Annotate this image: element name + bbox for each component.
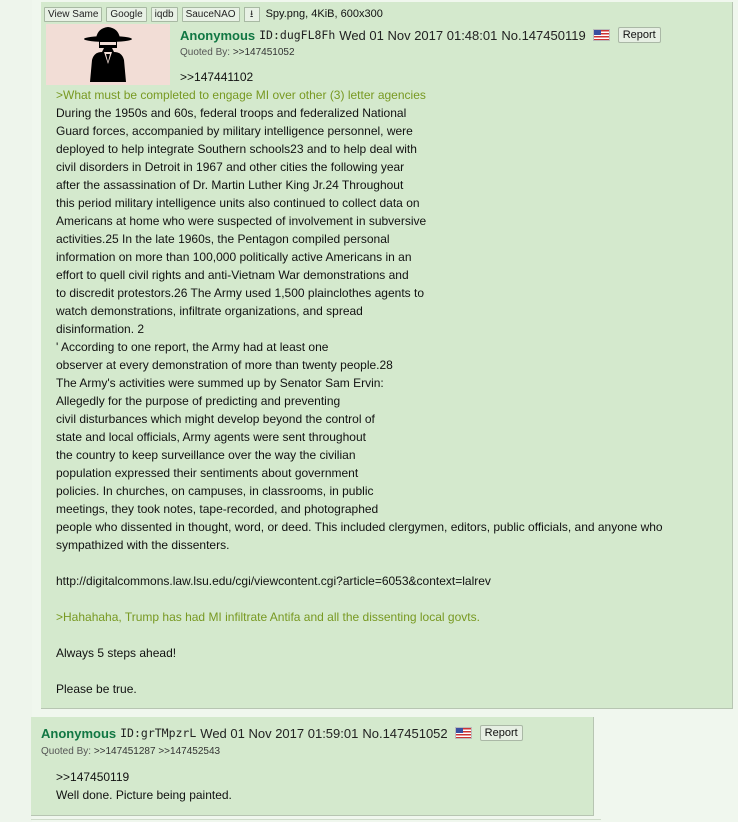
message-line: deployed to help integrate Southern scho… [56,142,417,156]
poster-name: Anonymous [41,725,117,741]
file-info-bar: View Same Google iqdb SauceNAO ⭳ Spy.png… [44,6,383,22]
message-line: this period military intelligence units … [56,196,420,210]
message-line: activities.25 In the late 1960s, the Pen… [56,232,390,246]
greentext-line: >What must be completed to engage MI ove… [56,88,426,102]
report-button[interactable]: Report [617,27,661,43]
message-line: the country to keep surveillance over th… [56,448,356,462]
post-header: Anonymous ID:grTMpzrL Wed 01 Nov 2017 01… [41,724,523,742]
poster-id[interactable]: ID:dugFL8Fh [259,28,335,42]
message-line: observer at every demonstration of more … [56,358,393,372]
quoted-by-label: Quoted By: [180,47,231,58]
message-line: population expressed their sentiments ab… [56,466,359,480]
us-flag-icon [454,727,472,739]
post-message: >What must be completed to engage MI ove… [56,86,663,698]
quoted-by-link[interactable]: >>147452543 [158,746,220,757]
post-number[interactable]: No.147451052 [362,726,447,741]
quote-link[interactable]: >>147450119 [56,768,232,786]
message-line: Guard forces, accompanied by military in… [56,124,413,138]
post-thumbnail[interactable] [46,24,170,85]
message-line: state and local officials, Army agents w… [56,430,366,444]
quoted-by-link[interactable]: >>147451287 [94,746,156,757]
message-line: The Army's activities were summed up by … [56,376,384,390]
poster-id[interactable]: ID:grTMpzrL [120,726,196,740]
message-line: people who dissented in thought, word, o… [56,520,663,534]
message-line: watch demonstrations, infiltrate organiz… [56,304,363,318]
message-line: to discredit protestors.26 The Army used… [56,286,424,300]
report-button[interactable]: Report [479,725,523,741]
quote-link[interactable]: >>147441102 [180,68,253,86]
post-date: Wed 01 Nov 2017 01:48:01 [339,27,498,43]
quoted-by: Quoted By: >>147451287 >>147452543 [41,746,220,757]
post-header: Anonymous ID:dugFL8Fh Wed 01 Nov 2017 01… [180,26,661,44]
greentext-line: >Hahahaha, Trump has had MI infiltrate A… [56,610,480,624]
spy-silhouette-image [84,27,132,82]
message-line: civil disorders in Detroit in 1967 and o… [56,160,405,174]
quoted-by-label: Quoted By: [41,746,92,757]
message-line: Always 5 steps ahead! [56,646,177,660]
message-line: disinformation. 2 [56,322,145,336]
message-line [56,662,663,680]
reply-post: Anonymous ID:grTMpzrL Wed 01 Nov 2017 01… [31,717,594,816]
view-same-button[interactable]: View Same [44,6,103,22]
quoted-by: Quoted By: >>147451052 [180,47,295,58]
download-icon[interactable]: ⭳ [243,6,260,22]
message-line: policies. In churches, on campuses, in c… [56,484,374,498]
file-info[interactable]: Spy.png, 4KiB, 600x300 [266,8,383,20]
quoted-by-link[interactable]: >>147451052 [233,47,295,58]
message-line: information on more than 100,000 politic… [56,250,412,264]
post-number[interactable]: No.147450119 [501,28,585,43]
poster-name: Anonymous [180,27,256,43]
message-line: http://digitalcommons.law.lsu.edu/cgi/vi… [56,574,491,588]
post-divider [31,819,601,820]
post-date: Wed 01 Nov 2017 01:59:01 [200,725,359,741]
quote-link-container: >>147441102 [180,68,253,86]
message-line: Please be true. [56,682,137,696]
message-line: effort to quell civil rights and anti-Vi… [56,268,409,282]
message-line [56,554,663,572]
message-line: after the assassination of Dr. Martin Lu… [56,178,404,192]
message-line [56,626,663,644]
left-margin [0,0,32,822]
saucenao-search-button[interactable]: SauceNAO [181,6,240,22]
us-flag-icon [592,29,610,41]
google-search-button[interactable]: Google [106,6,147,22]
message-line: Americans at home who were suspected of … [56,214,427,228]
post-message: >>147450119 Well done. Picture being pai… [56,768,232,804]
message-line: meetings, they took notes, tape-recorded… [56,502,379,516]
message-line: sympathized with the dissenters. [56,538,230,552]
iqdb-search-button[interactable]: iqdb [150,6,178,22]
message-line [56,590,663,608]
message-line: ' According to one report, the Army had … [56,340,329,354]
message-line: civil disturbances which might develop b… [56,412,375,426]
message-line: During the 1950s and 60s, federal troops… [56,106,407,120]
reply-post: View Same Google iqdb SauceNAO ⭳ Spy.png… [41,2,733,709]
message-line: Well done. Picture being painted. [56,788,232,802]
message-line: Allegedly for the purpose of predicting … [56,394,341,408]
